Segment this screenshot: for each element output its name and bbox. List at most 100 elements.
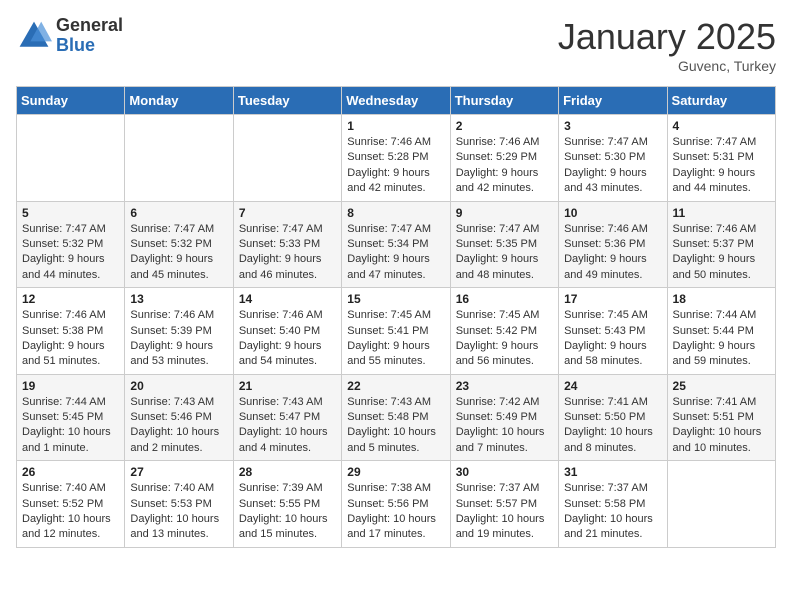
day-info: Sunrise: 7:46 AM Sunset: 5:29 PM Dayligh… <box>456 135 553 197</box>
day-cell <box>667 461 775 548</box>
day-info: Sunrise: 7:46 AM Sunset: 5:36 PM Dayligh… <box>564 222 661 284</box>
week-row-1: 1Sunrise: 7:46 AM Sunset: 5:28 PM Daylig… <box>17 115 776 202</box>
day-cell: 4 Sunrise: 7:47 AM Sunset: 5:31 PM Daylig… <box>667 115 775 202</box>
day-cell: 11 Sunrise: 7:46 AM Sunset: 5:37 PM Dayli… <box>667 201 775 288</box>
day-number: 28 <box>239 465 336 479</box>
day-info: Sunrise: 7:40 AM Sunset: 5:53 PM Dayligh… <box>130 481 227 543</box>
day-info: Sunrise: 7:47 AM Sunset: 5:32 PM Dayligh… <box>130 222 227 284</box>
weekday-header-saturday: Saturday <box>667 87 775 115</box>
day-info: Sunrise: 7:37 AM Sunset: 5:57 PM Dayligh… <box>456 481 553 543</box>
day-info: Sunrise: 7:37 AM Sunset: 5:58 PM Dayligh… <box>564 481 661 543</box>
day-number: 18 <box>673 292 770 306</box>
day-info: Sunrise: 7:43 AM Sunset: 5:47 PM Dayligh… <box>239 395 336 457</box>
logo: General Blue <box>16 16 123 56</box>
day-number: 13 <box>130 292 227 306</box>
day-info: Sunrise: 7:38 AM Sunset: 5:56 PM Dayligh… <box>347 481 444 543</box>
title-block: January 2025 Guvenc, Turkey <box>558 16 776 74</box>
day-number: 16 <box>456 292 553 306</box>
day-number: 19 <box>22 379 119 393</box>
weekday-header-monday: Monday <box>125 87 233 115</box>
day-info: Sunrise: 7:46 AM Sunset: 5:40 PM Dayligh… <box>239 308 336 370</box>
weekday-header-tuesday: Tuesday <box>233 87 341 115</box>
page-header: General Blue January 2025 Guvenc, Turkey <box>16 16 776 74</box>
day-info: Sunrise: 7:43 AM Sunset: 5:48 PM Dayligh… <box>347 395 444 457</box>
day-cell <box>17 115 125 202</box>
day-cell: 19Sunrise: 7:44 AM Sunset: 5:45 PM Dayli… <box>17 374 125 461</box>
day-cell: 1Sunrise: 7:46 AM Sunset: 5:28 PM Daylig… <box>342 115 450 202</box>
day-number: 11 <box>673 206 770 220</box>
day-cell: 13 Sunrise: 7:46 AM Sunset: 5:39 PM Dayli… <box>125 288 233 375</box>
day-info: Sunrise: 7:46 AM Sunset: 5:38 PM Dayligh… <box>22 308 119 370</box>
day-number: 29 <box>347 465 444 479</box>
day-info: Sunrise: 7:40 AM Sunset: 5:52 PM Dayligh… <box>22 481 119 543</box>
week-row-3: 12 Sunrise: 7:46 AM Sunset: 5:38 PM Dayli… <box>17 288 776 375</box>
day-cell: 23Sunrise: 7:42 AM Sunset: 5:49 PM Dayli… <box>450 374 558 461</box>
day-number: 21 <box>239 379 336 393</box>
day-number: 8 <box>347 206 444 220</box>
location: Guvenc, Turkey <box>558 58 776 74</box>
day-number: 22 <box>347 379 444 393</box>
day-number: 25 <box>673 379 770 393</box>
day-number: 31 <box>564 465 661 479</box>
day-cell: 27 Sunrise: 7:40 AM Sunset: 5:53 PM Dayli… <box>125 461 233 548</box>
day-cell: 21 Sunrise: 7:43 AM Sunset: 5:47 PM Dayli… <box>233 374 341 461</box>
day-cell <box>125 115 233 202</box>
weekday-header-row: SundayMondayTuesdayWednesdayThursdayFrid… <box>17 87 776 115</box>
day-cell: 24 Sunrise: 7:41 AM Sunset: 5:50 PM Dayli… <box>559 374 667 461</box>
logo-icon <box>16 18 52 54</box>
day-cell: 2 Sunrise: 7:46 AM Sunset: 5:29 PM Daylig… <box>450 115 558 202</box>
day-number: 5 <box>22 206 119 220</box>
day-info: Sunrise: 7:41 AM Sunset: 5:50 PM Dayligh… <box>564 395 661 457</box>
day-cell: 7 Sunrise: 7:47 AM Sunset: 5:33 PM Daylig… <box>233 201 341 288</box>
day-cell: 26 Sunrise: 7:40 AM Sunset: 5:52 PM Dayli… <box>17 461 125 548</box>
day-info: Sunrise: 7:47 AM Sunset: 5:30 PM Dayligh… <box>564 135 661 197</box>
day-number: 14 <box>239 292 336 306</box>
day-cell: 20Sunrise: 7:43 AM Sunset: 5:46 PM Dayli… <box>125 374 233 461</box>
day-number: 26 <box>22 465 119 479</box>
weekday-header-wednesday: Wednesday <box>342 87 450 115</box>
day-number: 7 <box>239 206 336 220</box>
day-number: 10 <box>564 206 661 220</box>
day-number: 30 <box>456 465 553 479</box>
day-number: 4 <box>673 119 770 133</box>
week-row-4: 19Sunrise: 7:44 AM Sunset: 5:45 PM Dayli… <box>17 374 776 461</box>
day-cell: 3 Sunrise: 7:47 AM Sunset: 5:30 PM Daylig… <box>559 115 667 202</box>
day-number: 24 <box>564 379 661 393</box>
week-row-2: 5 Sunrise: 7:47 AM Sunset: 5:32 PM Daylig… <box>17 201 776 288</box>
month-title: January 2025 <box>558 16 776 58</box>
weekday-header-friday: Friday <box>559 87 667 115</box>
day-cell: 8Sunrise: 7:47 AM Sunset: 5:34 PM Daylig… <box>342 201 450 288</box>
day-info: Sunrise: 7:42 AM Sunset: 5:49 PM Dayligh… <box>456 395 553 457</box>
day-number: 1 <box>347 119 444 133</box>
day-cell: 10 Sunrise: 7:46 AM Sunset: 5:36 PM Dayli… <box>559 201 667 288</box>
day-number: 27 <box>130 465 227 479</box>
day-info: Sunrise: 7:43 AM Sunset: 5:46 PM Dayligh… <box>130 395 227 457</box>
day-info: Sunrise: 7:45 AM Sunset: 5:43 PM Dayligh… <box>564 308 661 370</box>
calendar-table: SundayMondayTuesdayWednesdayThursdayFrid… <box>16 86 776 548</box>
day-cell: 15Sunrise: 7:45 AM Sunset: 5:41 PM Dayli… <box>342 288 450 375</box>
day-info: Sunrise: 7:46 AM Sunset: 5:37 PM Dayligh… <box>673 222 770 284</box>
day-cell: 9Sunrise: 7:47 AM Sunset: 5:35 PM Daylig… <box>450 201 558 288</box>
day-cell: 5 Sunrise: 7:47 AM Sunset: 5:32 PM Daylig… <box>17 201 125 288</box>
day-cell: 17Sunrise: 7:45 AM Sunset: 5:43 PM Dayli… <box>559 288 667 375</box>
day-info: Sunrise: 7:46 AM Sunset: 5:39 PM Dayligh… <box>130 308 227 370</box>
day-cell: 14 Sunrise: 7:46 AM Sunset: 5:40 PM Dayli… <box>233 288 341 375</box>
day-info: Sunrise: 7:47 AM Sunset: 5:32 PM Dayligh… <box>22 222 119 284</box>
day-number: 2 <box>456 119 553 133</box>
day-info: Sunrise: 7:44 AM Sunset: 5:44 PM Dayligh… <box>673 308 770 370</box>
day-number: 6 <box>130 206 227 220</box>
week-row-5: 26 Sunrise: 7:40 AM Sunset: 5:52 PM Dayli… <box>17 461 776 548</box>
weekday-header-sunday: Sunday <box>17 87 125 115</box>
day-info: Sunrise: 7:45 AM Sunset: 5:41 PM Dayligh… <box>347 308 444 370</box>
day-cell <box>233 115 341 202</box>
day-cell: 6 Sunrise: 7:47 AM Sunset: 5:32 PM Daylig… <box>125 201 233 288</box>
day-number: 3 <box>564 119 661 133</box>
day-info: Sunrise: 7:39 AM Sunset: 5:55 PM Dayligh… <box>239 481 336 543</box>
day-cell: 25Sunrise: 7:41 AM Sunset: 5:51 PM Dayli… <box>667 374 775 461</box>
day-cell: 16Sunrise: 7:45 AM Sunset: 5:42 PM Dayli… <box>450 288 558 375</box>
day-cell: 29 Sunrise: 7:38 AM Sunset: 5:56 PM Dayli… <box>342 461 450 548</box>
day-info: Sunrise: 7:47 AM Sunset: 5:31 PM Dayligh… <box>673 135 770 197</box>
day-info: Sunrise: 7:47 AM Sunset: 5:33 PM Dayligh… <box>239 222 336 284</box>
day-number: 12 <box>22 292 119 306</box>
day-cell: 18 Sunrise: 7:44 AM Sunset: 5:44 PM Dayli… <box>667 288 775 375</box>
